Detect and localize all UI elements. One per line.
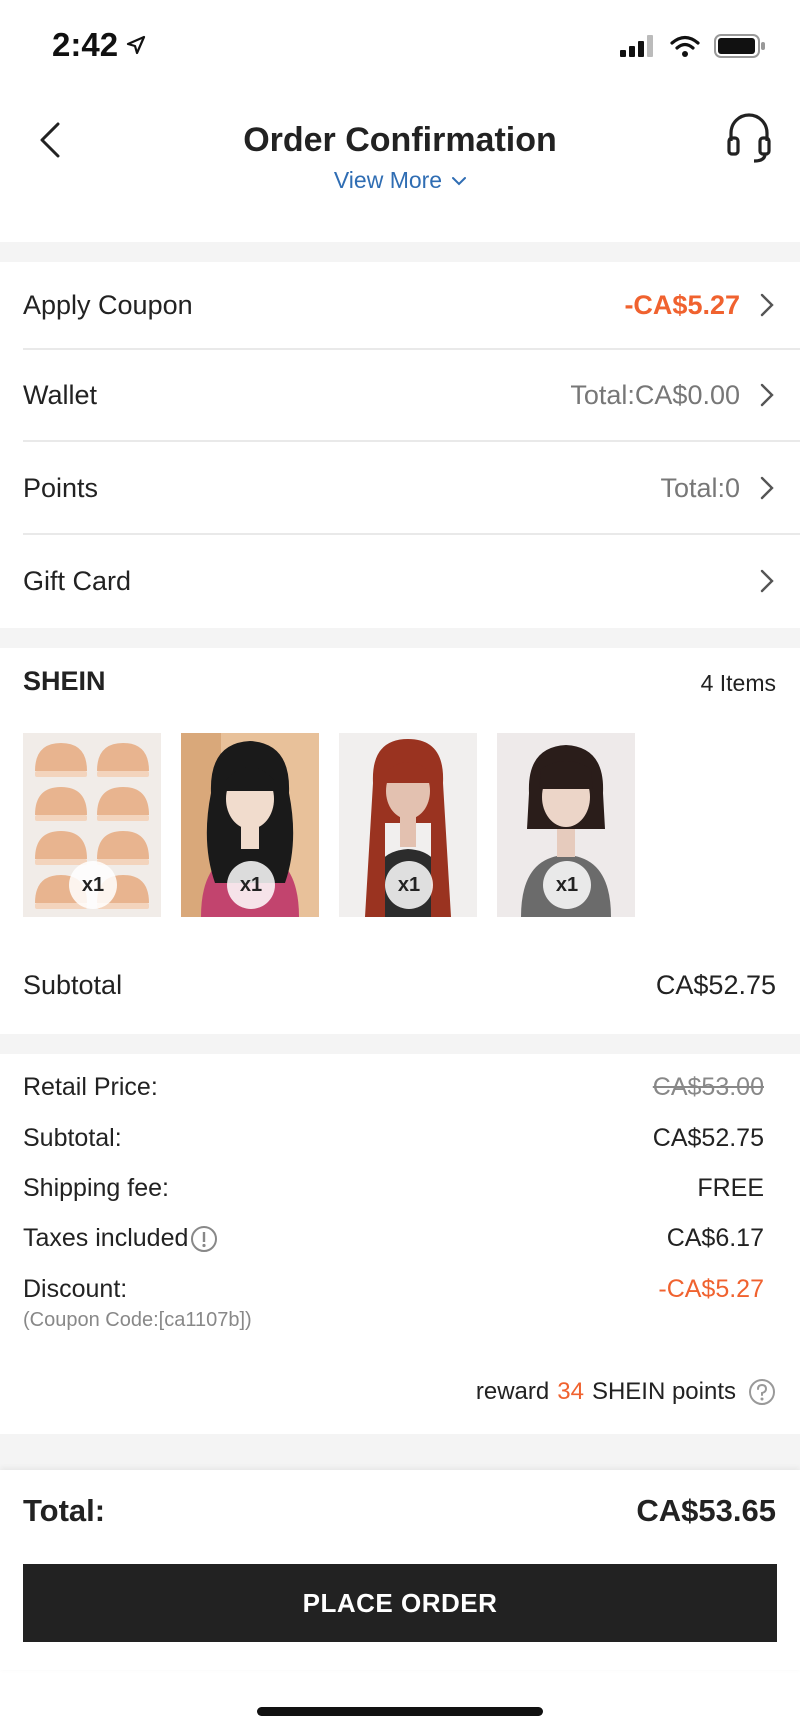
points-row[interactable]: Points Total:0 <box>0 442 800 534</box>
customer-service-button[interactable] <box>726 111 772 165</box>
product-thumbnail-4[interactable]: x1 <box>497 733 635 917</box>
chevron-right-icon <box>760 293 774 317</box>
taxes-label: Taxes included <box>23 1224 189 1252</box>
wallet-value: Total:CA$0.00 <box>570 379 740 410</box>
store-subtotal-value: CA$52.75 <box>655 970 776 1000</box>
product-thumbnail-1[interactable]: x1 <box>23 733 161 917</box>
reward-points-row: reward 34 SHEIN points <box>476 1378 776 1406</box>
page-title: Order Confirmation <box>243 121 557 159</box>
coupon-value: -CA$5.27 <box>624 289 740 320</box>
cellular-signal-icon <box>620 35 653 57</box>
points-label: Points <box>23 472 99 503</box>
chevron-down-icon <box>452 176 467 185</box>
retail-price-value: CA$53.00 <box>652 1073 764 1101</box>
wallet-label: Wallet <box>23 379 98 410</box>
status-bar: 2:42 <box>0 0 800 95</box>
store-subtotal-label: Subtotal <box>23 970 123 1000</box>
gift-card-label: Gift Card <box>23 565 132 596</box>
wallet-row[interactable]: Wallet Total:CA$0.00 <box>0 350 800 440</box>
section-gap <box>0 242 800 262</box>
wifi-icon <box>670 35 700 57</box>
clock: 2:42 <box>52 26 119 63</box>
discount-value: -CA$5.27 <box>658 1275 764 1303</box>
quantity-badge: x1 <box>227 861 275 909</box>
item-count: 4 Items <box>700 670 776 696</box>
reward-prefix: reward <box>475 1378 550 1405</box>
product-thumbnail-3[interactable]: x1 <box>339 733 477 917</box>
location-arrow-icon <box>126 35 146 55</box>
headset-icon <box>727 113 771 163</box>
gift-card-row[interactable]: Gift Card <box>0 535 800 627</box>
place-order-button[interactable]: PLACE ORDER <box>23 1564 777 1642</box>
apply-coupon-row[interactable]: Apply Coupon -CA$5.27 <box>0 262 800 348</box>
total-label: Total: <box>23 1493 106 1528</box>
store-name: SHEIN <box>23 666 106 696</box>
home-indicator[interactable] <box>257 1707 543 1716</box>
quantity-badge: x1 <box>543 861 591 909</box>
retail-price-label: Retail Price: <box>23 1073 158 1101</box>
section-gap <box>0 1034 800 1054</box>
battery-icon <box>714 34 765 58</box>
chevron-right-icon <box>760 476 774 500</box>
points-value: Total:0 <box>660 472 740 503</box>
view-more-label: View More <box>333 167 443 193</box>
help-icon[interactable] <box>748 1378 776 1406</box>
quantity-badge: x1 <box>385 861 433 909</box>
subtotal-value: CA$52.75 <box>652 1124 764 1152</box>
chevron-right-icon <box>760 569 774 593</box>
taxes-value: CA$6.17 <box>666 1224 764 1252</box>
reward-suffix: SHEIN points <box>591 1378 736 1405</box>
status-time: 2:42 <box>52 26 146 64</box>
chevron-right-icon <box>760 383 774 407</box>
section-gap <box>0 1434 800 1470</box>
info-icon[interactable] <box>190 1225 218 1253</box>
view-more-link[interactable]: View More <box>0 167 800 194</box>
status-icons <box>620 34 766 58</box>
discount-label: Discount: <box>23 1275 128 1303</box>
quantity-badge: x1 <box>69 861 117 909</box>
coupon-code-text: (Coupon Code:[ca1107b]) <box>23 1309 252 1331</box>
reward-points-count: 34 <box>557 1378 584 1405</box>
product-thumbnail-2[interactable]: x1 <box>181 733 319 917</box>
taxes-row: Taxes included <box>23 1224 218 1253</box>
subtotal-label: Subtotal: <box>23 1124 122 1152</box>
shipping-fee-label: Shipping fee: <box>23 1174 169 1202</box>
header: Order Confirmation View More <box>0 95 800 240</box>
total-value: CA$53.65 <box>636 1493 776 1528</box>
section-gap <box>0 628 800 648</box>
coupon-label: Apply Coupon <box>23 289 193 320</box>
shipping-fee-value: FREE <box>697 1174 764 1202</box>
